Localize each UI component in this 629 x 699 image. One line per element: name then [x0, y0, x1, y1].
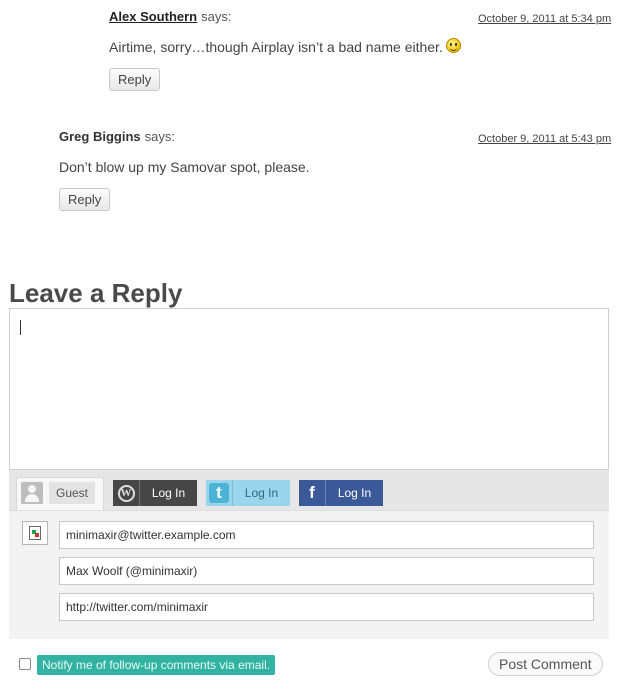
comment-greg-biggins: Greg Biggins says: October 9, 2011 at 5:4…	[0, 120, 629, 220]
comment-body: Don’t blow up my Samovar spot, please.	[59, 159, 310, 175]
reply-button[interactable]: Reply	[59, 188, 111, 211]
wordpress-icon: W	[113, 480, 139, 506]
tab-twitter-login[interactable]: t Log In	[206, 480, 290, 506]
comment-date-link[interactable]: October 9, 2011 at 5:34 pm	[478, 13, 611, 25]
reply-button[interactable]: Reply	[109, 68, 161, 91]
avatar	[22, 521, 48, 545]
tab-label: Log In	[325, 480, 383, 506]
broken-image-icon	[29, 526, 41, 540]
twitter-icon: t	[206, 480, 232, 506]
tab-label: Guest	[49, 482, 96, 504]
comment-date-link[interactable]: October 9, 2011 at 5:43 pm	[478, 133, 611, 145]
login-tabs: Guest W Log In t Log In f Log In	[9, 470, 609, 510]
reply-form-title: Leave a Reply	[9, 278, 183, 308]
name-field[interactable]	[59, 557, 594, 585]
tab-facebook-login[interactable]: f Log In	[299, 480, 383, 506]
comment-says: says:	[144, 129, 175, 144]
comment-alex-southern: Alex Southern says: October 9, 2011 at 5:…	[0, 0, 629, 100]
facebook-icon: f	[309, 483, 315, 502]
comment-author: Greg Biggins	[59, 129, 141, 144]
comment-says: says:	[201, 9, 232, 24]
text-caret	[20, 320, 21, 335]
comment-text: Airtime, sorry…though Airplay isn’t a ba…	[109, 39, 443, 55]
comment-author-link[interactable]: Alex Southern	[109, 9, 197, 24]
comment-textarea[interactable]	[9, 308, 609, 470]
guest-fields-panel	[9, 510, 609, 639]
tab-guest[interactable]: Guest	[16, 477, 104, 510]
website-field[interactable]	[59, 593, 594, 621]
notify-checkbox[interactable]	[19, 658, 31, 670]
tab-label: Log In	[139, 480, 197, 506]
guest-user-icon	[21, 482, 43, 504]
tab-wordpress-login[interactable]: W Log In	[113, 480, 197, 506]
comment-body: Airtime, sorry…though Airplay isn’t a ba…	[109, 38, 461, 55]
form-footer: Notify me of follow-up comments via emai…	[9, 639, 609, 699]
notify-label[interactable]: Notify me of follow-up comments via emai…	[37, 655, 276, 675]
smiley-icon	[445, 38, 461, 53]
email-field[interactable]	[59, 521, 594, 549]
post-comment-button[interactable]: Post Comment	[488, 652, 603, 676]
tab-label: Log In	[232, 480, 290, 506]
